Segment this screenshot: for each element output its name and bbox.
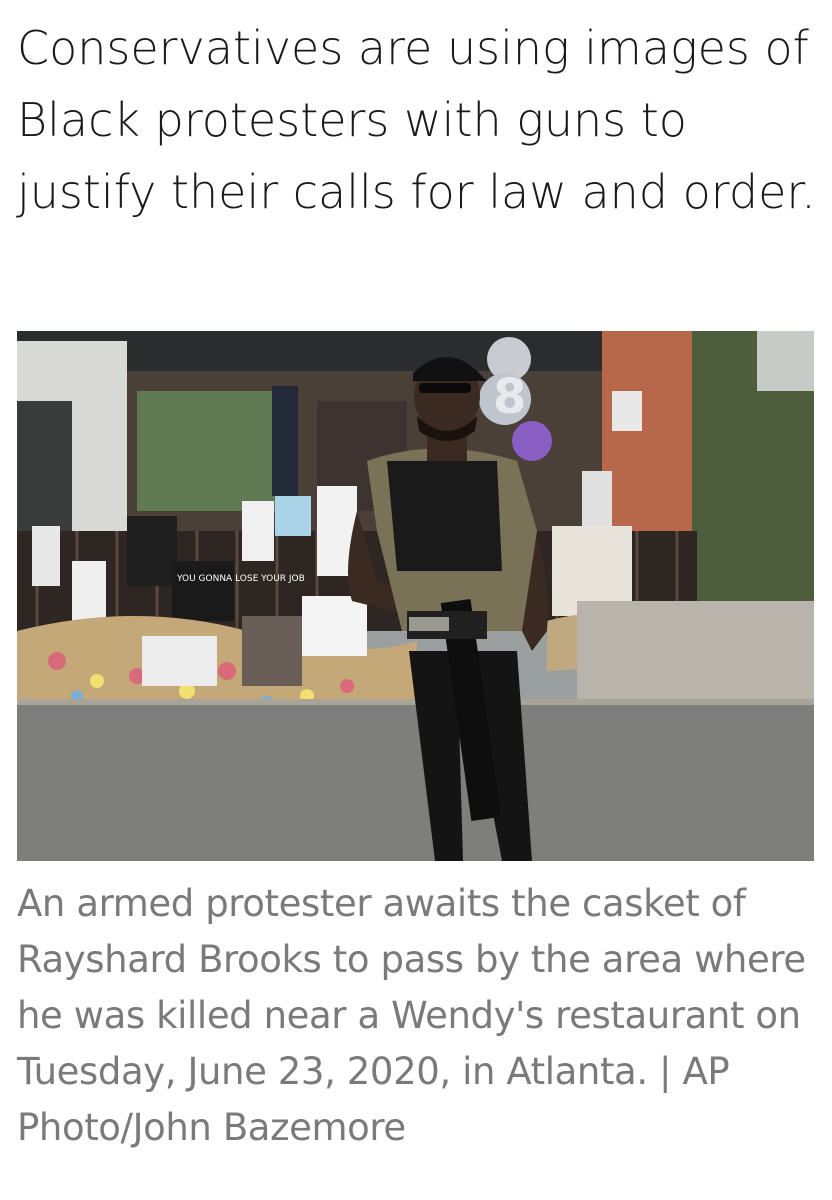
sign-text: YOU GONNA LOSE YOUR JOB (176, 574, 305, 584)
sign (275, 496, 311, 536)
photo-caption: An armed protester awaits the casket of … (17, 882, 806, 1149)
sign (582, 471, 612, 526)
sign (172, 561, 234, 621)
sign (242, 501, 274, 561)
sign (32, 526, 60, 586)
tactical-vest (387, 461, 502, 571)
news-photo: YOU GONNA LOSE YOUR JOB 8 (17, 331, 814, 861)
sign (127, 516, 177, 586)
balloon-digit: 8 (493, 369, 526, 425)
balloon (512, 421, 552, 461)
road (17, 701, 814, 861)
photo-illustration: YOU GONNA LOSE YOUR JOB 8 (17, 331, 814, 861)
headline: Conservatives are using images of Black … (17, 21, 816, 219)
